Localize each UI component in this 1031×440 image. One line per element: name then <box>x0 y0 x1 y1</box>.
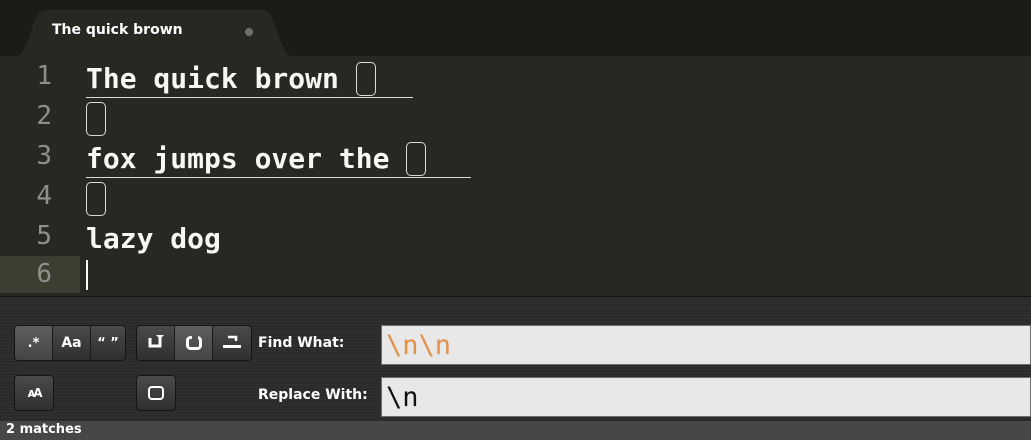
in-selection-icon <box>185 335 202 350</box>
replace-toggle-button[interactable] <box>137 376 175 410</box>
tab-the-quick-brown[interactable]: The quick brown <box>16 10 292 56</box>
tab-close-dot-icon[interactable] <box>245 28 253 36</box>
code-line[interactable] <box>86 100 106 137</box>
code-line[interactable]: lazy dog <box>86 220 221 257</box>
editor[interactable]: 1 2 3 4 5 6 The quick brown fox jumps ov… <box>0 56 1031 296</box>
highlight-matches-toggle-button[interactable] <box>213 326 251 360</box>
regex-icon: .* <box>27 335 40 351</box>
code-text: fox jumps over the <box>86 142 407 175</box>
tab-title: The quick brown <box>52 22 183 38</box>
find-replace-panel: .* Aa “ ” Find What: \n\n ᴀA Replace Wit… <box>0 296 1031 421</box>
newline-match-box <box>406 141 427 176</box>
case-sensitive-icon: Aa <box>61 335 82 351</box>
newline-match-box <box>355 61 376 96</box>
line-number: 2 <box>36 101 52 131</box>
match-outline <box>86 97 413 98</box>
in-selection-toggle-button[interactable] <box>175 326 213 360</box>
whole-word-icon: “ ” <box>97 335 119 351</box>
whole-word-toggle-button[interactable]: “ ” <box>91 326 125 360</box>
regex-toggle-button[interactable]: .* <box>15 326 53 360</box>
highlight-matches-icon <box>223 335 241 348</box>
status-bar: 2 matches <box>0 420 1031 440</box>
find-what-label: Find What: <box>258 335 345 351</box>
code-line[interactable] <box>86 180 106 217</box>
replace-option-group <box>136 375 176 411</box>
find-input[interactable] <box>381 325 1031 365</box>
preserve-case-toggle-button[interactable]: ᴀA <box>15 376 53 410</box>
newline-match-box <box>86 101 106 136</box>
preserve-case-group: ᴀA <box>14 375 54 411</box>
line-number: 3 <box>36 141 52 171</box>
preserve-case-icon: ᴀA <box>27 386 42 400</box>
code-line[interactable]: fox jumps over the <box>86 140 427 177</box>
wrap-icon <box>148 335 164 348</box>
code-text: The quick brown <box>86 62 356 95</box>
replace-with-label: Replace With: <box>258 387 368 403</box>
case-sensitive-toggle-button[interactable]: Aa <box>53 326 91 360</box>
search-scope-group <box>136 325 252 361</box>
code-text: lazy dog <box>86 222 221 255</box>
line-number: 1 <box>36 61 52 91</box>
status-text: 2 matches <box>6 422 82 437</box>
text-cursor <box>86 260 88 290</box>
tab-bar: The quick brown <box>0 0 1031 56</box>
line-number: 4 <box>36 181 52 211</box>
replace-input[interactable] <box>381 377 1031 417</box>
replace-toggle-icon <box>148 386 164 400</box>
match-outline <box>86 177 471 178</box>
code-line[interactable]: The quick brown <box>86 60 376 97</box>
wrap-toggle-button[interactable] <box>137 326 175 360</box>
line-number: 5 <box>36 221 52 251</box>
search-options-group: .* Aa “ ” <box>14 325 126 361</box>
newline-match-box <box>86 181 106 216</box>
line-number: 6 <box>36 259 52 289</box>
